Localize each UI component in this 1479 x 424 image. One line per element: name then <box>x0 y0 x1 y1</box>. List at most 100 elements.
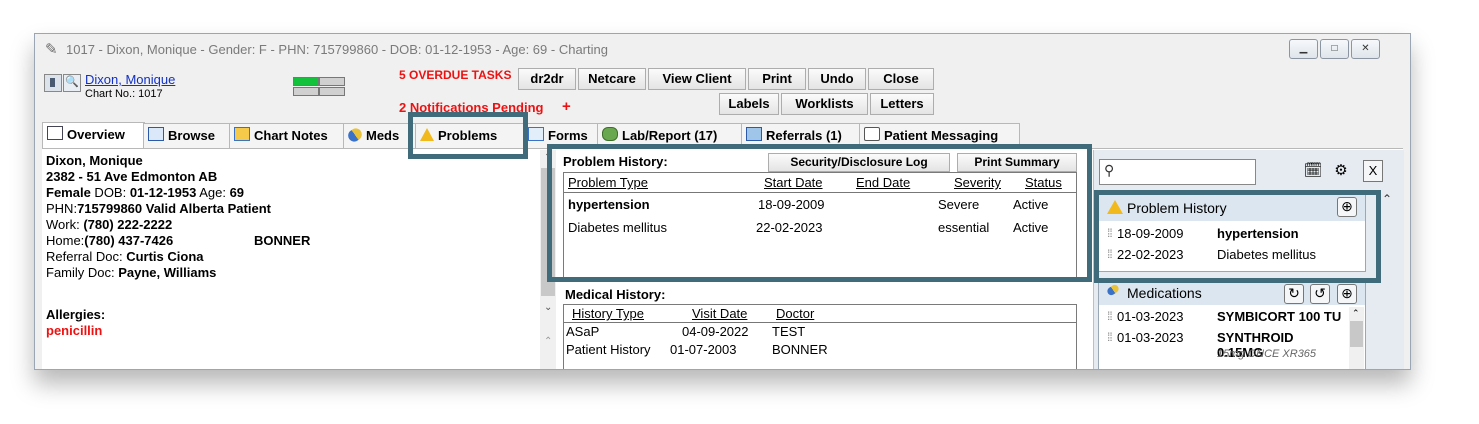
patient-address: 2382 - 51 Ave Edmonton AB <box>46 169 218 184</box>
medications-card-title: Medications <box>1127 285 1202 301</box>
close-panel-icon[interactable]: X <box>1363 160 1383 182</box>
left-pane-scrollbar[interactable]: ⌃ ⌄ ⌃ <box>540 150 556 369</box>
add-problem-icon[interactable]: ⊕ <box>1337 197 1357 217</box>
warning-icon <box>420 128 434 141</box>
scroll-down-icon[interactable]: ⌄ <box>544 302 552 313</box>
refresh-icon[interactable]: ↻ <box>1284 284 1304 304</box>
title-bar: ✎ 1017 - Dixon, Monique - Gender: F - PH… <box>35 34 1410 64</box>
dr2dr-button[interactable]: dr2dr <box>518 68 576 90</box>
messaging-icon <box>864 127 880 141</box>
worklists-button[interactable]: Worklists <box>781 93 868 115</box>
add-notification-icon[interactable]: + <box>562 98 571 115</box>
col-history-type[interactable]: History Type <box>572 306 644 321</box>
table-row[interactable]: hypertension 18-09-2009 Severe Active <box>564 195 1076 215</box>
problem-history-card: Problem History ⊕ ⁞⁞ 18-09-2009 hyperten… <box>1098 192 1366 272</box>
problem-history-table: Problem Type Start Date End Date Severit… <box>563 172 1077 278</box>
lab-icon <box>602 127 618 141</box>
tab-overview[interactable]: Overview <box>42 122 145 150</box>
view-client-button[interactable]: View Client <box>648 68 746 90</box>
problem-history-title: Problem History: <box>563 154 668 169</box>
sidebar-toggle-icon[interactable] <box>44 74 62 92</box>
patient-name: Dixon, Monique <box>46 153 143 168</box>
charting-window: ✎ 1017 - Dixon, Monique - Gender: F - PH… <box>34 33 1411 370</box>
tab-patient-messaging[interactable]: Patient Messaging <box>859 123 1020 149</box>
patient-home-phone: Home:(780) 437-7426 <box>46 233 174 248</box>
col-severity[interactable]: Severity <box>954 175 1001 190</box>
list-item[interactable]: ⁞⁞ 22-02-2023 Diabetes mellitus <box>1099 246 1365 266</box>
side-scroll-up-icon[interactable]: ⌃ <box>1382 192 1392 206</box>
table-row[interactable]: Diabetes mellitus 22-02-2023 essential A… <box>564 218 1076 238</box>
undo-button[interactable]: Undo <box>808 68 866 90</box>
problem-history-panel: Problem History: Security/Disclosure Log… <box>559 152 1079 282</box>
list-item[interactable]: ⁞⁞ 18-09-2009 hypertension <box>1099 225 1365 245</box>
drag-handle-icon[interactable]: ⁞⁞ <box>1107 247 1113 261</box>
drag-handle-icon[interactable]: ⁞⁞ <box>1107 226 1113 240</box>
col-status[interactable]: Status <box>1025 175 1062 190</box>
table-row[interactable]: ASaP 04-09-2022 TEST <box>564 323 1076 340</box>
medical-history-panel: Medical History: History Type Visit Date… <box>559 286 1079 369</box>
renew-icon[interactable]: ↺ <box>1310 284 1330 304</box>
scroll-up-icon[interactable]: ⌃ <box>544 152 552 163</box>
col-problem-type[interactable]: Problem Type <box>568 175 648 190</box>
tab-lab-report[interactable]: Lab/Report (17) <box>597 123 743 149</box>
close-button[interactable]: Close <box>868 68 934 90</box>
print-summary-button[interactable]: Print Summary <box>957 153 1077 172</box>
maximize-button[interactable]: □ <box>1320 39 1349 59</box>
labels-button[interactable]: Labels <box>719 93 779 115</box>
overview-icon <box>47 126 63 140</box>
col-start-date[interactable]: Start Date <box>764 175 823 190</box>
close-window-button[interactable]: ✕ <box>1351 39 1380 59</box>
home-extra: BONNER <box>254 233 311 248</box>
tab-problems[interactable]: Problems <box>415 123 525 149</box>
allergy-item: penicillin <box>46 323 103 338</box>
print-button[interactable]: Print <box>748 68 806 90</box>
medication-sig: 15mg ONCE XR365 <box>1217 348 1317 360</box>
letters-button[interactable]: Letters <box>870 93 934 115</box>
family-doctor: Family Doc: Payne, Williams <box>46 265 217 280</box>
tab-meds[interactable]: Meds <box>343 123 417 149</box>
list-item[interactable]: ⁞⁞ 01-03-2023 SYNTHROID 0.15MG <box>1099 329 1349 360</box>
add-medication-icon[interactable]: ⊕ <box>1337 284 1357 304</box>
patient-sex-dob-age: Female DOB: 01-12-1953 Age: 69 <box>46 185 245 200</box>
problem-card-header: Problem History ⊕ <box>1099 193 1365 221</box>
col-doctor[interactable]: Doctor <box>776 306 814 321</box>
overdue-tasks-link[interactable]: 5 OVERDUE TASKS <box>399 68 511 82</box>
tab-chart-notes[interactable]: Chart Notes <box>229 123 345 149</box>
patient-name-link[interactable]: Dixon, Monique <box>85 72 175 87</box>
allergies-label: Allergies: <box>46 307 106 322</box>
scroll-up-icon[interactable]: ⌃ <box>1352 308 1360 319</box>
status-indicator-grey-1 <box>319 77 345 86</box>
referral-doctor: Referral Doc: Curtis Ciona <box>46 249 204 264</box>
tab-referrals[interactable]: Referrals (1) <box>741 123 861 149</box>
patient-work-phone: Work: (780) 222-2222 <box>46 217 173 232</box>
side-panel: ⚲ 🗓 ⚙ X Problem History ⊕ ⁞⁞ 18-09-2009 … <box>1093 150 1404 369</box>
pill-icon <box>1105 283 1121 297</box>
scroll-thumb[interactable] <box>1350 321 1363 347</box>
scroll-up-icon-2[interactable]: ⌃ <box>544 336 552 347</box>
status-indicator-grey-3 <box>319 87 345 96</box>
patient-search-icon[interactable]: 🔍 <box>63 74 81 92</box>
tab-forms[interactable]: Forms <box>523 123 599 149</box>
drag-handle-icon[interactable]: ⁞⁞ <box>1107 309 1113 323</box>
side-search-input[interactable]: ⚲ <box>1099 159 1256 185</box>
gear-icon[interactable]: ⚙ <box>1330 160 1352 182</box>
calendar-icon[interactable]: 🗓 <box>1302 160 1324 182</box>
chart-number: Chart No.: 1017 <box>85 88 163 100</box>
drag-handle-icon[interactable]: ⁞⁞ <box>1107 330 1113 344</box>
medical-history-title: Medical History: <box>565 287 666 302</box>
search-icon: ⚲ <box>1104 162 1115 178</box>
tab-browse[interactable]: Browse <box>143 123 231 149</box>
list-item[interactable]: ⁞⁞ 01-03-2023 SYMBICORT 100 TU <box>1099 308 1349 327</box>
minimize-button[interactable]: ▁ <box>1289 39 1318 59</box>
scroll-thumb[interactable] <box>541 168 555 296</box>
medications-card-header: Medications ↻ ↺ ⊕ <box>1099 281 1365 305</box>
notifications-pending-link[interactable]: 2 Notifications Pending <box>399 100 543 115</box>
col-end-date[interactable]: End Date <box>856 175 910 190</box>
netcare-button[interactable]: Netcare <box>578 68 646 90</box>
window-title: 1017 - Dixon, Monique - Gender: F - PHN:… <box>66 42 608 57</box>
medications-scrollbar[interactable]: ⌃ <box>1349 307 1364 369</box>
pill-icon <box>345 126 365 144</box>
table-row[interactable]: Patient History 01-07-2003 BONNER <box>564 341 1076 358</box>
col-visit-date[interactable]: Visit Date <box>692 306 747 321</box>
security-disclosure-log-button[interactable]: Security/Disclosure Log <box>768 153 950 172</box>
